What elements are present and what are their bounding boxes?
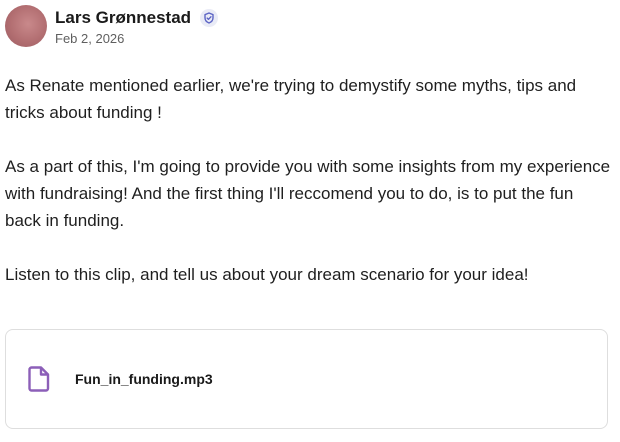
author-block: Lars Grønnestad Feb 2, 2026 [55, 7, 219, 46]
verified-badge-icon [200, 8, 219, 27]
author-name[interactable]: Lars Grønnestad [55, 8, 191, 28]
post-header: Lars Grønnestad Feb 2, 2026 [5, 4, 219, 48]
post-body: As Renate mentioned earlier, we're tryin… [5, 72, 613, 315]
post-date: Feb 2, 2026 [55, 30, 125, 46]
shield-check-icon [204, 11, 214, 24]
post-card: Lars Grønnestad Feb 2, 2026 As Renate me… [0, 0, 620, 442]
attachment-file-name[interactable]: Fun_in_funding.mp3 [75, 371, 213, 387]
post-paragraph: As a part of this, I'm going to provide … [5, 157, 611, 230]
file-attachment[interactable]: Fun_in_funding.mp3 [5, 329, 608, 429]
author-name-row: Lars Grønnestad [55, 7, 219, 29]
post-paragraph: As Renate mentioned earlier, we're tryin… [5, 76, 577, 122]
post-paragraph: Listen to this clip, and tell us about y… [5, 265, 529, 284]
avatar[interactable] [5, 5, 47, 47]
file-icon [26, 365, 52, 393]
